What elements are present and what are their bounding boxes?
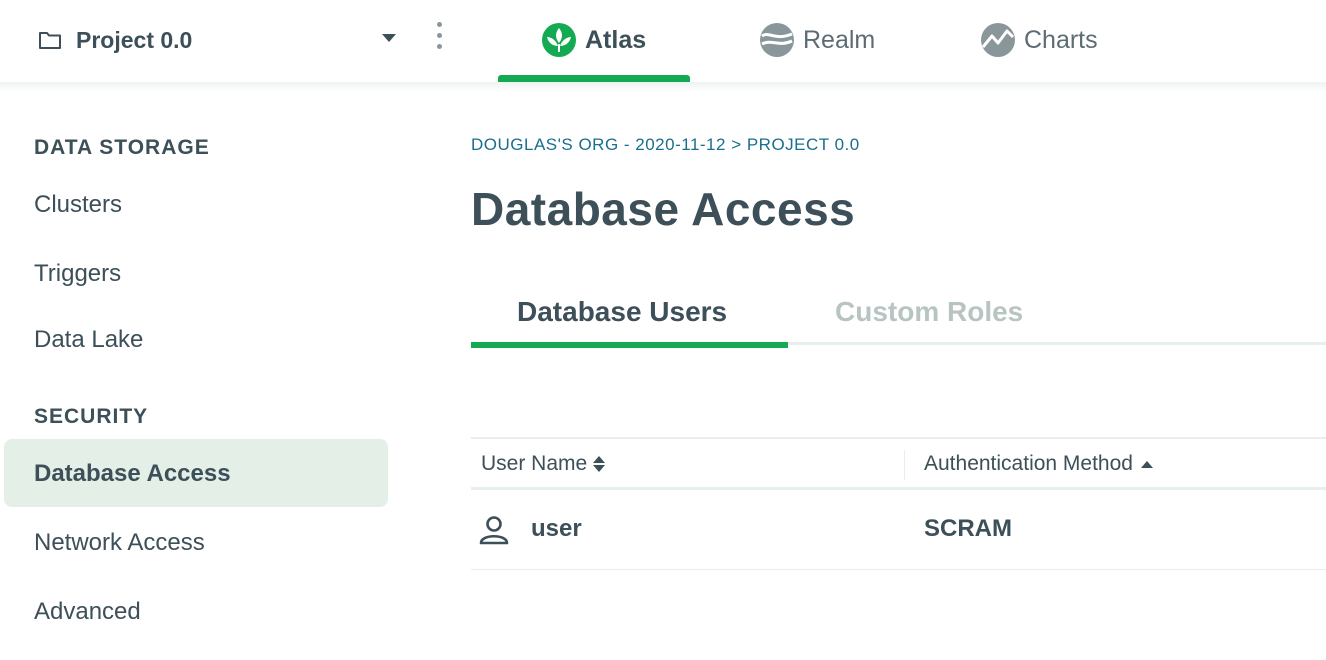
- tab-charts-label: Charts: [1024, 25, 1098, 54]
- charts-icon: [981, 23, 1015, 57]
- topbar-shadow: [0, 82, 1326, 92]
- atlas-leaf-icon: [542, 23, 576, 57]
- table-header-border: [471, 487, 1326, 490]
- sort-ascending-icon: [1140, 460, 1153, 468]
- cell-user-name: user: [531, 515, 582, 542]
- project-name: Project 0.0: [76, 26, 193, 53]
- project-selector[interactable]: Project 0.0: [38, 24, 192, 56]
- tab-custom-roles[interactable]: Custom Roles: [835, 296, 1023, 328]
- realm-icon: [760, 23, 794, 57]
- tab-atlas-label: Atlas: [585, 25, 647, 54]
- sidebar-section-security: SECURITY: [34, 405, 149, 428]
- tab-charts[interactable]: Charts: [980, 20, 1098, 60]
- cell-auth-method: SCRAM: [924, 515, 1012, 542]
- top-navigation-bar: Project 0.0 Atlas Realm Charts: [0, 0, 1326, 83]
- sidebar-item-data-lake[interactable]: Data Lake: [34, 326, 143, 354]
- sort-both-icon: [593, 456, 606, 472]
- table-row-border: [471, 569, 1326, 570]
- tab-atlas[interactable]: Atlas: [541, 20, 646, 60]
- caret-down-icon[interactable]: [382, 34, 396, 42]
- tab-realm[interactable]: Realm: [759, 20, 875, 60]
- table-top-border: [471, 437, 1326, 439]
- sidebar-item-triggers[interactable]: Triggers: [34, 260, 121, 288]
- user-icon: [479, 516, 509, 545]
- sidebar-item-advanced[interactable]: Advanced: [34, 598, 141, 626]
- active-subtab-indicator: [471, 342, 788, 348]
- column-header-user-name[interactable]: User Name: [481, 452, 606, 476]
- column-header-authentication-method-label: Authentication Method: [924, 452, 1133, 475]
- breadcrumb[interactable]: DOUGLAS'S ORG - 2020-11-12 > PROJECT 0.0: [471, 135, 860, 155]
- sidebar-item-network-access[interactable]: Network Access: [34, 529, 205, 557]
- sidebar-item-clusters[interactable]: Clusters: [34, 191, 122, 219]
- column-header-authentication-method[interactable]: Authentication Method: [924, 452, 1153, 476]
- sidebar-item-database-access[interactable]: Database Access: [34, 460, 231, 488]
- column-header-user-name-label: User Name: [481, 452, 588, 475]
- folder-icon: [39, 32, 61, 49]
- page-title: Database Access: [471, 183, 856, 235]
- sidebar-section-data-storage: DATA STORAGE: [34, 136, 210, 159]
- active-tab-indicator: [498, 75, 690, 82]
- tab-database-users[interactable]: Database Users: [517, 296, 727, 328]
- kebab-menu-icon[interactable]: [430, 22, 448, 56]
- column-divider: [904, 450, 905, 480]
- tab-realm-label: Realm: [803, 25, 876, 54]
